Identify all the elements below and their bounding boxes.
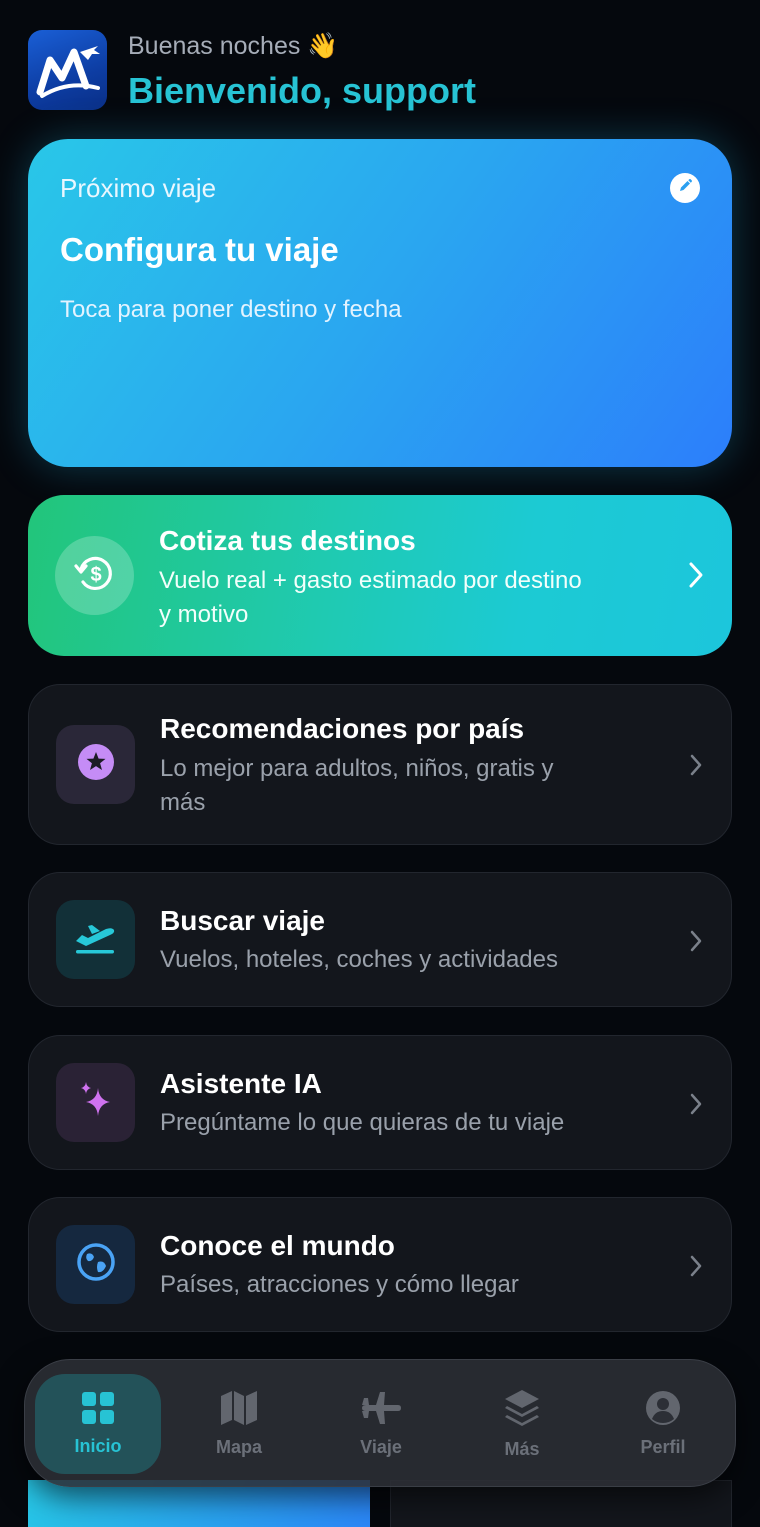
header: Buenas noches 👋 Bienvenido, support <box>28 30 732 112</box>
ai-assistant-subtitle: Pregúntame lo que quieras de tu viaje <box>160 1109 565 1136</box>
recommendations-card[interactable]: Recomendaciones por país Lo mejor para a… <box>28 684 732 845</box>
partial-card-left <box>28 1480 370 1527</box>
ai-assistant-title: Asistente IA <box>160 1068 322 1099</box>
next-trip-card[interactable]: Próximo viaje Configura tu viaje Toca pa… <box>28 139 732 467</box>
greeting-text: Buenas noches 👋 <box>128 32 339 60</box>
tab-viaje[interactable]: Viaje <box>318 1374 444 1474</box>
chevron-right-icon <box>689 1254 703 1283</box>
next-trip-label: Próximo viaje <box>60 173 217 203</box>
quote-destinations-card[interactable]: $ Cotiza tus destinos Vuelo real + gasto… <box>28 495 732 656</box>
tab-mas[interactable]: Más <box>459 1374 585 1474</box>
grid-icon <box>81 1391 115 1430</box>
edit-trip-button[interactable] <box>670 173 700 203</box>
ai-assistant-card[interactable]: Asistente IA Pregúntame lo que quieras d… <box>28 1035 732 1170</box>
search-trip-icon-container <box>56 900 135 979</box>
tab-label: Viaje <box>360 1437 402 1457</box>
bottom-tab-bar: Inicio Mapa Viaje Más Perfil <box>24 1359 736 1487</box>
recommendations-icon-container <box>56 725 135 804</box>
explore-world-icon-container <box>56 1225 135 1304</box>
partial-card-right <box>390 1480 732 1527</box>
next-trip-subtitle: Toca para poner destino y fecha <box>60 296 402 323</box>
next-trip-title: Configura tu viaje <box>60 231 339 268</box>
app-logo <box>28 30 107 110</box>
chevron-right-icon <box>689 929 703 958</box>
explore-world-card[interactable]: Conoce el mundo Países, atracciones y có… <box>28 1197 732 1332</box>
search-trip-subtitle: Vuelos, hoteles, coches y actividades <box>160 946 559 973</box>
explore-world-title: Conoce el mundo <box>160 1230 395 1261</box>
quote-title: Cotiza tus destinos <box>159 525 416 556</box>
recommendations-title: Recomendaciones por país <box>160 713 525 744</box>
globe-icon <box>76 1242 116 1287</box>
layers-icon <box>503 1388 541 1433</box>
map-icon <box>220 1390 258 1431</box>
explore-world-subtitle: Países, atracciones y cómo llegar <box>160 1271 519 1298</box>
dollar-refresh-icon: $ <box>71 549 119 602</box>
user-circle-icon <box>645 1390 681 1431</box>
quote-subtitle: Vuelo real + gasto estimado por destino … <box>159 567 582 628</box>
tab-mapa[interactable]: Mapa <box>176 1374 302 1474</box>
plane-departure-icon <box>72 917 120 962</box>
tab-inicio[interactable]: Inicio <box>35 1374 161 1474</box>
tab-perfil[interactable]: Perfil <box>600 1374 726 1474</box>
svg-text:$: $ <box>90 564 101 586</box>
quote-icon-container: $ <box>55 536 134 615</box>
search-trip-title: Buscar viaje <box>160 905 325 936</box>
chevron-right-icon <box>688 561 704 594</box>
recommendations-subtitle: Lo mejor para adultos, niños, gratis y m… <box>160 755 554 816</box>
chevron-right-icon <box>689 1092 703 1121</box>
ai-assistant-icon-container <box>56 1063 135 1142</box>
tab-label: Mapa <box>215 1437 262 1457</box>
pencil-icon <box>676 177 694 200</box>
airplane-icon <box>360 1390 402 1431</box>
welcome-title: Bienvenido, support <box>128 70 477 111</box>
search-trip-card[interactable]: Buscar viaje Vuelos, hoteles, coches y a… <box>28 872 732 1007</box>
sparkles-icon <box>74 1078 118 1127</box>
star-icon <box>76 742 116 787</box>
tab-label: Perfil <box>640 1437 686 1457</box>
chevron-right-icon <box>689 753 703 782</box>
tab-label: Inicio <box>74 1436 122 1456</box>
tab-label: Más <box>504 1439 540 1459</box>
